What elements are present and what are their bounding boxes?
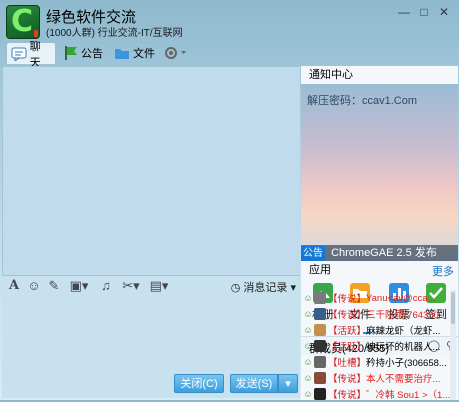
edit-icon[interactable]: ✎ [46,278,62,294]
tab-chat-label: 聊天 [29,40,41,69]
more-tools-dropdown-icon[interactable]: ▤▾ [146,278,172,294]
emoji-icon[interactable]: ☺ [26,278,42,294]
member-row[interactable]: ☺ 【活跃】 麻辣龙虾（龙虾... [303,322,453,338]
member-rank: 【传说】 [328,294,367,305]
member-status-icon: ☺ [303,373,313,383]
member-rank: 【吐槽】 [328,358,367,369]
message-history-label: 消息记录 [243,282,288,294]
member-list-scrollbar[interactable] [450,290,456,400]
message-input-area[interactable]: 关闭(C) 发送(S) ▾ [2,296,300,398]
close-button[interactable]: 关闭(C) [174,374,224,393]
member-name: 麻辣龙虾（龙虾... [366,326,441,337]
music-icon[interactable]: ♫ [98,278,114,294]
scrollbar-thumb[interactable] [451,292,455,324]
send-options-dropdown[interactable]: ▾ [278,374,298,393]
folder-icon [115,49,129,59]
member-avatar[interactable] [314,324,326,336]
member-rank: 【传说】 [328,390,367,401]
member-rank: 【活跃】 [328,326,367,337]
tab-files[interactable]: 文件 [114,42,155,64]
notice-password-text: 解压密码：ccav1.Com [307,95,418,107]
member-name: Yanu<av@cca... [366,292,436,304]
green-c-logo-icon: C [11,4,34,39]
member-avatar[interactable] [314,356,326,368]
send-button[interactable]: 发送(S) [230,374,278,393]
member-status-icon: ☺ [303,325,313,335]
apps-more-link[interactable]: 更多 [432,263,454,279]
tab-more-dropdown[interactable] [164,42,188,64]
screenshot-dropdown-icon[interactable]: ✂▾ [118,278,144,294]
tab-chat[interactable]: 聊天 [6,41,56,69]
chat-bubble-icon [11,47,27,61]
member-name: 本人不需要治疗... [366,374,441,385]
tab-files-label: 文件 [133,48,155,60]
member-avatar[interactable] [314,308,326,320]
logo-tag-icon [34,30,38,37]
member-row[interactable]: ☺ 【传说】 本人不需要治疗... [303,370,453,386]
member-row[interactable]: ☺ 【传说】 Yanu<av@cca... [303,290,453,306]
flag-icon [65,46,77,60]
apps-header: 应用 更多 [301,261,458,279]
member-name: 矜持小子(306658... [366,358,447,369]
minimize-button[interactable]: — [396,4,412,20]
member-row[interactable]: ☺ 【吐槽】 矜持小子(306658... [303,354,453,370]
tab-announcement-label: 公告 [81,48,103,60]
member-name: 三千院雨(764350... [366,310,447,321]
member-status-icon: ☺ [303,341,313,351]
notice-caption[interactable]: 公告 ChromeGAE 2.5 发布 [301,245,458,261]
member-status-icon: ☺ [303,309,313,319]
close-window-button[interactable]: ✕ [436,4,452,20]
notice-badge: 公告 [301,246,325,261]
member-rank: 【活跃】 [328,342,367,353]
font-icon[interactable]: A [6,278,22,294]
member-name: 被玩坏的机器人... [366,342,441,353]
group-subtitle: (1000人群) 行业交流-IT/互联网 [46,28,183,39]
chevron-down-icon: ▾ [285,378,291,390]
chevron-down-icon: ▾ [290,282,296,294]
notice-banner[interactable]: 解压密码：ccav1.Com 公告 ChromeGAE 2.5 发布 [301,84,458,261]
title-bar: C 绿色软件交流 (1000人群) 行业交流-IT/互联网 — □ ✕ [0,0,459,40]
tab-announcement[interactable]: 公告 [64,42,103,64]
member-name: ゛冷韩 Sou1 >（1... [366,390,451,401]
member-status-icon: ☺ [303,357,313,367]
member-rank: 【传说】 [328,374,367,385]
notice-caption-text: ChromeGAE 2.5 发布 [331,247,437,259]
group-avatar[interactable]: C [6,5,40,39]
member-avatar[interactable] [314,340,326,352]
maximize-button[interactable]: □ [416,4,432,20]
member-avatar[interactable] [314,372,326,384]
clock-icon: ◷ [230,282,241,294]
member-row[interactable]: ☺ 【传说】 三千院雨(764350... [303,306,453,322]
input-toolbar: A ☺ ✎ ▣▾ ♫ ✂▾ ▤▾ ◷ 消息记录 ▾ [2,276,300,296]
member-avatar[interactable] [314,388,326,400]
notice-center-title: 通知中心 [309,69,353,81]
member-rank: 【传说】 [328,310,367,321]
member-row[interactable]: ☺ 【活跃】 被玩坏的机器人... [303,338,453,354]
message-history-button[interactable]: ◷ 消息记录 ▾ [231,279,296,295]
gear-dropdown-icon [165,47,186,59]
chat-message-area[interactable] [2,66,300,276]
tab-bar: 聊天 公告 文件 [0,40,459,69]
member-avatar[interactable] [314,292,326,304]
image-dropdown-icon[interactable]: ▣▾ [66,278,92,294]
member-status-icon: ☺ [303,389,313,399]
member-status-icon: ☺ [303,293,313,303]
